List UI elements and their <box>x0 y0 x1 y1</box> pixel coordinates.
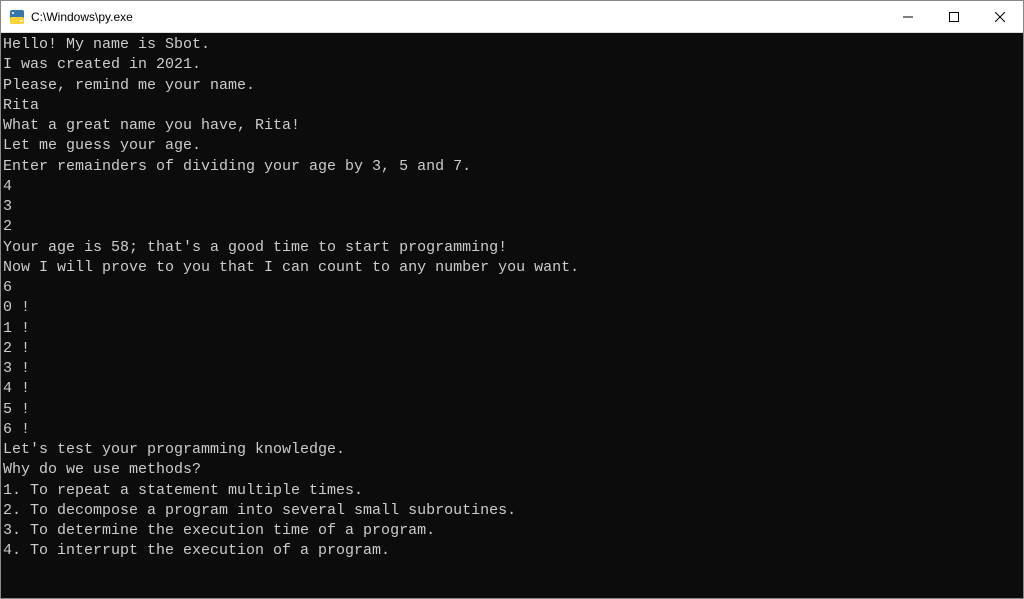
console-line: 6 ! <box>3 420 1023 440</box>
minimize-button[interactable] <box>885 1 931 32</box>
console-line: 2. To decompose a program into several s… <box>3 501 1023 521</box>
console-output[interactable]: Hello! My name is Sbot.I was created in … <box>1 33 1023 598</box>
console-line: 6 <box>3 278 1023 298</box>
close-icon <box>995 12 1005 22</box>
maximize-button[interactable] <box>931 1 977 32</box>
console-line: 0 ! <box>3 298 1023 318</box>
close-button[interactable] <box>977 1 1023 32</box>
console-line: 2 ! <box>3 339 1023 359</box>
console-line: Now I will prove to you that I can count… <box>3 258 1023 278</box>
console-line: 1 ! <box>3 319 1023 339</box>
console-line: Your age is 58; that's a good time to st… <box>3 238 1023 258</box>
titlebar[interactable]: C:\Windows\py.exe <box>1 1 1023 33</box>
console-line: 3. To determine the execution time of a … <box>3 521 1023 541</box>
console-line: 3 <box>3 197 1023 217</box>
console-line: Rita <box>3 96 1023 116</box>
app-window: C:\Windows\py.exe Hello! My name is Sbot… <box>0 0 1024 599</box>
console-line: Let's test your programming knowledge. <box>3 440 1023 460</box>
console-line: 4 ! <box>3 379 1023 399</box>
console-line: 2 <box>3 217 1023 237</box>
console-line: What a great name you have, Rita! <box>3 116 1023 136</box>
console-line: Enter remainders of dividing your age by… <box>3 157 1023 177</box>
console-line: Hello! My name is Sbot. <box>3 35 1023 55</box>
window-title: C:\Windows\py.exe <box>31 10 885 24</box>
maximize-icon <box>949 12 959 22</box>
window-controls <box>885 1 1023 32</box>
minimize-icon <box>903 12 913 22</box>
console-line: I was created in 2021. <box>3 55 1023 75</box>
console-line: 5 ! <box>3 400 1023 420</box>
console-line: Why do we use methods? <box>3 460 1023 480</box>
console-line: 4. To interrupt the execution of a progr… <box>3 541 1023 561</box>
console-line: Please, remind me your name. <box>3 76 1023 96</box>
console-line: Let me guess your age. <box>3 136 1023 156</box>
console-line: 3 ! <box>3 359 1023 379</box>
console-line: 4 <box>3 177 1023 197</box>
app-icon <box>9 9 25 25</box>
console-line: 1. To repeat a statement multiple times. <box>3 481 1023 501</box>
